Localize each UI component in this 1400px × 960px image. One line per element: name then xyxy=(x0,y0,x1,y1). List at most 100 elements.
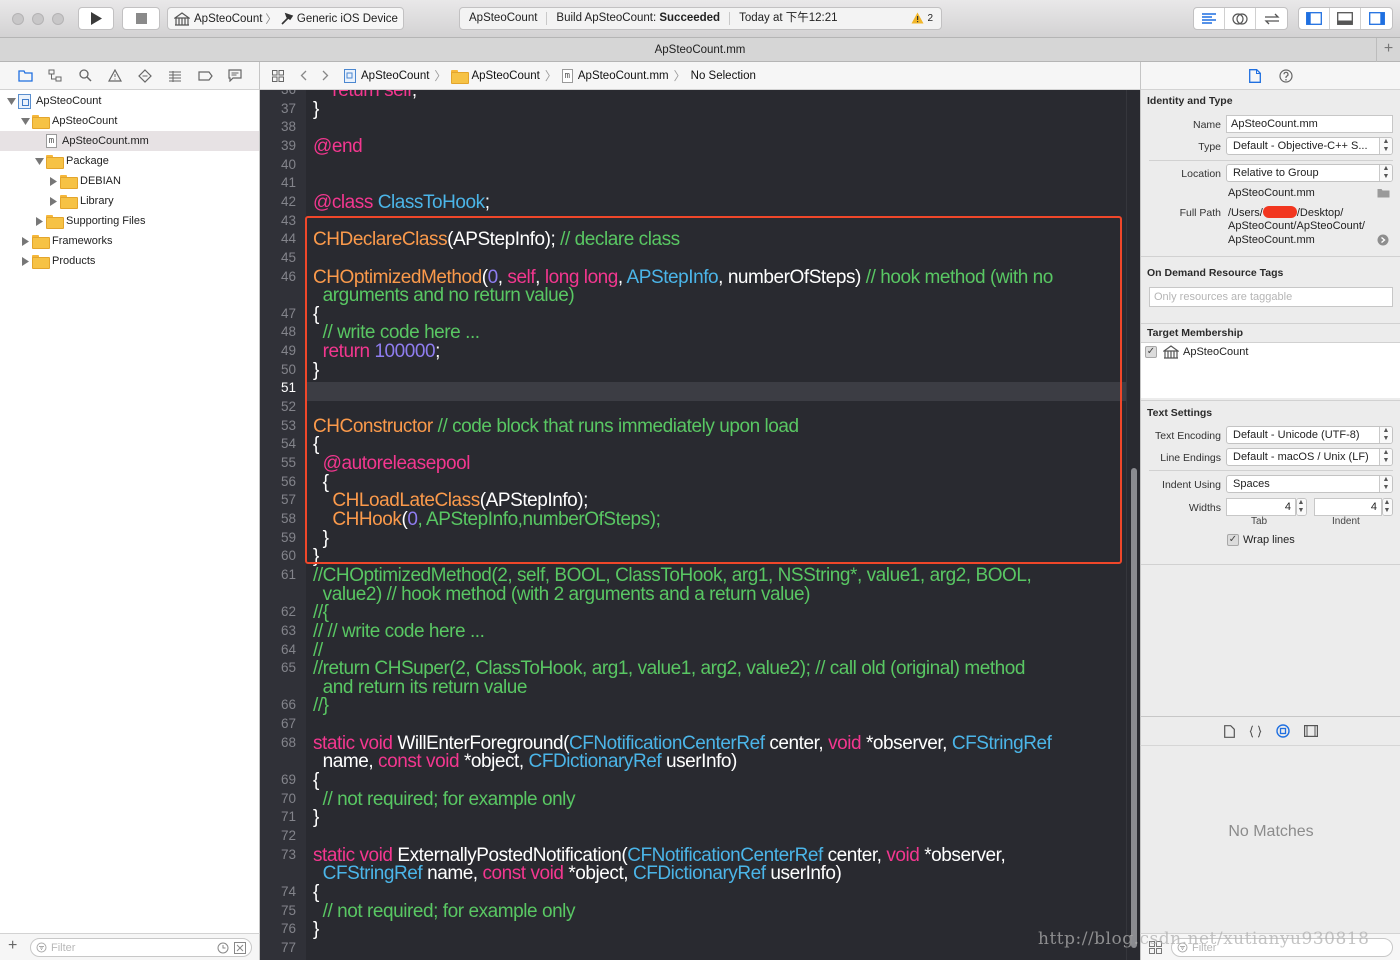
indent-width-field[interactable]: 4 xyxy=(1314,498,1382,516)
line-number[interactable]: 59 xyxy=(260,530,296,545)
source-editor[interactable]: 36 37 38 39 40 41 42 43 44 45 46 47 48 49 50 51 52 53 54 55… xyxy=(260,90,1140,960)
line-number[interactable]: 67 xyxy=(260,716,296,731)
source-control-navigator-tab[interactable] xyxy=(40,62,70,90)
tab-apsteocount-mm[interactable]: ApSteoCount.mm xyxy=(655,44,746,56)
code-line[interactable]: { xyxy=(313,305,319,324)
jump-project[interactable]: ApSteoCount xyxy=(344,68,429,83)
scheme-selector[interactable]: ApSteoCount 〉 Generic iOS Device xyxy=(167,7,404,30)
close-window-button[interactable] xyxy=(12,13,24,25)
line-number[interactable]: 40 xyxy=(260,157,296,172)
report-navigator-tab[interactable] xyxy=(220,62,250,90)
code-line[interactable]: //CHOptimizedMethod(2, self, BOOL, Class… xyxy=(313,566,1032,585)
line-number[interactable]: 49 xyxy=(260,343,296,358)
line-number[interactable]: 63 xyxy=(260,623,296,638)
assistant-editor-button[interactable] xyxy=(1225,8,1256,29)
line-number[interactable]: 62 xyxy=(260,604,296,619)
code-line[interactable]: } xyxy=(313,529,329,548)
tab-width-stepper[interactable]: ▲ ▼ xyxy=(1296,498,1307,516)
code-line[interactable]: CHDeclareClass(APStepInfo); // declare c… xyxy=(313,230,680,249)
code-line[interactable]: @end xyxy=(313,137,363,156)
location-popup[interactable]: Relative to Group ▲ ▼ xyxy=(1226,164,1393,182)
line-number[interactable]: 44 xyxy=(260,231,296,246)
line-number[interactable]: 61 xyxy=(260,567,296,582)
run-button[interactable] xyxy=(78,7,114,30)
object-library-icon[interactable] xyxy=(1275,724,1290,738)
line-number[interactable]: 47 xyxy=(260,306,296,321)
disclosure-right-icon[interactable] xyxy=(48,196,58,206)
zoom-window-button[interactable] xyxy=(52,13,64,25)
navigator-item-library[interactable]: Library xyxy=(0,191,259,211)
media-library-icon[interactable] xyxy=(1303,725,1318,737)
code-line[interactable]: CHLoadLateClass(APStepInfo); xyxy=(313,491,588,510)
code-line[interactable]: CHConstructor // code block that runs im… xyxy=(313,417,799,436)
code-line[interactable]: // not required; for example only xyxy=(313,902,576,921)
resource-tags-input[interactable]: Only resources are taggable xyxy=(1149,287,1393,307)
code-line[interactable]: { xyxy=(313,771,319,790)
warning-badge[interactable]: 2 xyxy=(911,12,933,24)
navigator-item-debian[interactable]: DEBIAN xyxy=(0,171,259,191)
code-line[interactable]: //{ xyxy=(313,603,329,622)
code-line[interactable]: { xyxy=(313,435,319,454)
line-number[interactable]: 50 xyxy=(260,362,296,377)
code-line[interactable]: CFStringRef name, const void *object, CF… xyxy=(313,864,842,883)
line-number[interactable]: 42 xyxy=(260,194,296,209)
code-snippet-icon[interactable] xyxy=(1249,724,1262,738)
code-line[interactable]: } xyxy=(313,100,319,119)
line-number[interactable]: 73 xyxy=(260,847,296,862)
disclosure-right-icon[interactable] xyxy=(20,256,30,266)
jump-group[interactable]: ApSteoCount xyxy=(451,69,540,84)
code-line[interactable]: } xyxy=(313,361,319,380)
line-number[interactable]: 76 xyxy=(260,921,296,936)
line-number[interactable]: 69 xyxy=(260,772,296,787)
navigator-item-apsteocount[interactable]: ApSteoCount xyxy=(0,111,259,131)
file-inspector-icon[interactable] xyxy=(1249,69,1261,83)
code-line[interactable]: // write code here ... xyxy=(313,323,480,342)
line-number[interactable]: 43 xyxy=(260,213,296,228)
scrollbar-thumb[interactable] xyxy=(1131,468,1137,948)
toggle-utilities-button[interactable] xyxy=(1361,8,1392,29)
indent-using-popup[interactable]: Spaces ▲ ▼ xyxy=(1226,475,1393,493)
navigator-filter-input[interactable]: Filter xyxy=(30,938,252,957)
line-number[interactable]: 38 xyxy=(260,119,296,134)
tab-width-field[interactable]: 4 xyxy=(1226,498,1296,516)
reveal-in-finder-icon[interactable] xyxy=(1377,234,1389,246)
toggle-navigator-button[interactable] xyxy=(1299,8,1330,29)
code-line[interactable]: static void WillEnterForeground(CFNotifi… xyxy=(313,734,1052,753)
line-number[interactable]: 53 xyxy=(260,418,296,433)
code-line[interactable]: } xyxy=(313,808,319,827)
standard-editor-button[interactable] xyxy=(1194,8,1225,29)
code-line[interactable]: // not required; for example only xyxy=(313,790,576,809)
line-number[interactable]: 54 xyxy=(260,436,296,451)
code-line[interactable]: and return its return value xyxy=(313,678,528,697)
stop-button[interactable] xyxy=(122,7,160,30)
line-number[interactable]: 41 xyxy=(260,175,296,190)
code-line[interactable]: //} xyxy=(313,696,329,715)
line-endings-popup[interactable]: Default - macOS / Unix (LF) ▲ ▼ xyxy=(1226,448,1393,466)
project-navigator-tab[interactable] xyxy=(10,62,40,90)
line-number[interactable]: 72 xyxy=(260,828,296,843)
issue-navigator-tab[interactable] xyxy=(100,62,130,90)
navigator-item-supporting-files[interactable]: Supporting Files xyxy=(0,211,259,231)
toggle-debug-area-button[interactable] xyxy=(1330,8,1361,29)
code-line[interactable]: name, const void *object, CFDictionaryRe… xyxy=(313,752,738,771)
line-number[interactable]: 48 xyxy=(260,324,296,339)
line-number[interactable]: 46 xyxy=(260,269,296,284)
choose-folder-icon[interactable] xyxy=(1377,188,1390,198)
disclosure-right-icon[interactable] xyxy=(20,236,30,246)
add-file-button[interactable]: + xyxy=(8,937,17,955)
code-line[interactable]: //return CHSuper(2, ClassToHook, arg1, v… xyxy=(313,659,1025,678)
disclosure-down-icon[interactable] xyxy=(20,116,30,126)
code-line[interactable]: } xyxy=(313,547,319,566)
code-line[interactable]: // // write code here ... xyxy=(313,622,485,641)
indent-width-stepper[interactable]: ▲ ▼ xyxy=(1382,498,1393,516)
name-field[interactable]: ApSteoCount.mm xyxy=(1226,115,1393,133)
line-number[interactable]: 68 xyxy=(260,735,296,750)
line-number[interactable]: 52 xyxy=(260,399,296,414)
text-encoding-popup[interactable]: Default - Unicode (UTF-8) ▲ ▼ xyxy=(1226,426,1393,444)
forward-button[interactable] xyxy=(314,70,336,81)
jump-selection-label[interactable]: No Selection xyxy=(691,70,756,82)
navigator-item-frameworks[interactable]: Frameworks xyxy=(0,231,259,251)
navigator-item-package[interactable]: Package xyxy=(0,151,259,171)
wrap-lines-checkbox[interactable]: ✓ xyxy=(1227,534,1239,546)
jump-file[interactable]: m ApSteoCount.mm xyxy=(561,68,669,83)
